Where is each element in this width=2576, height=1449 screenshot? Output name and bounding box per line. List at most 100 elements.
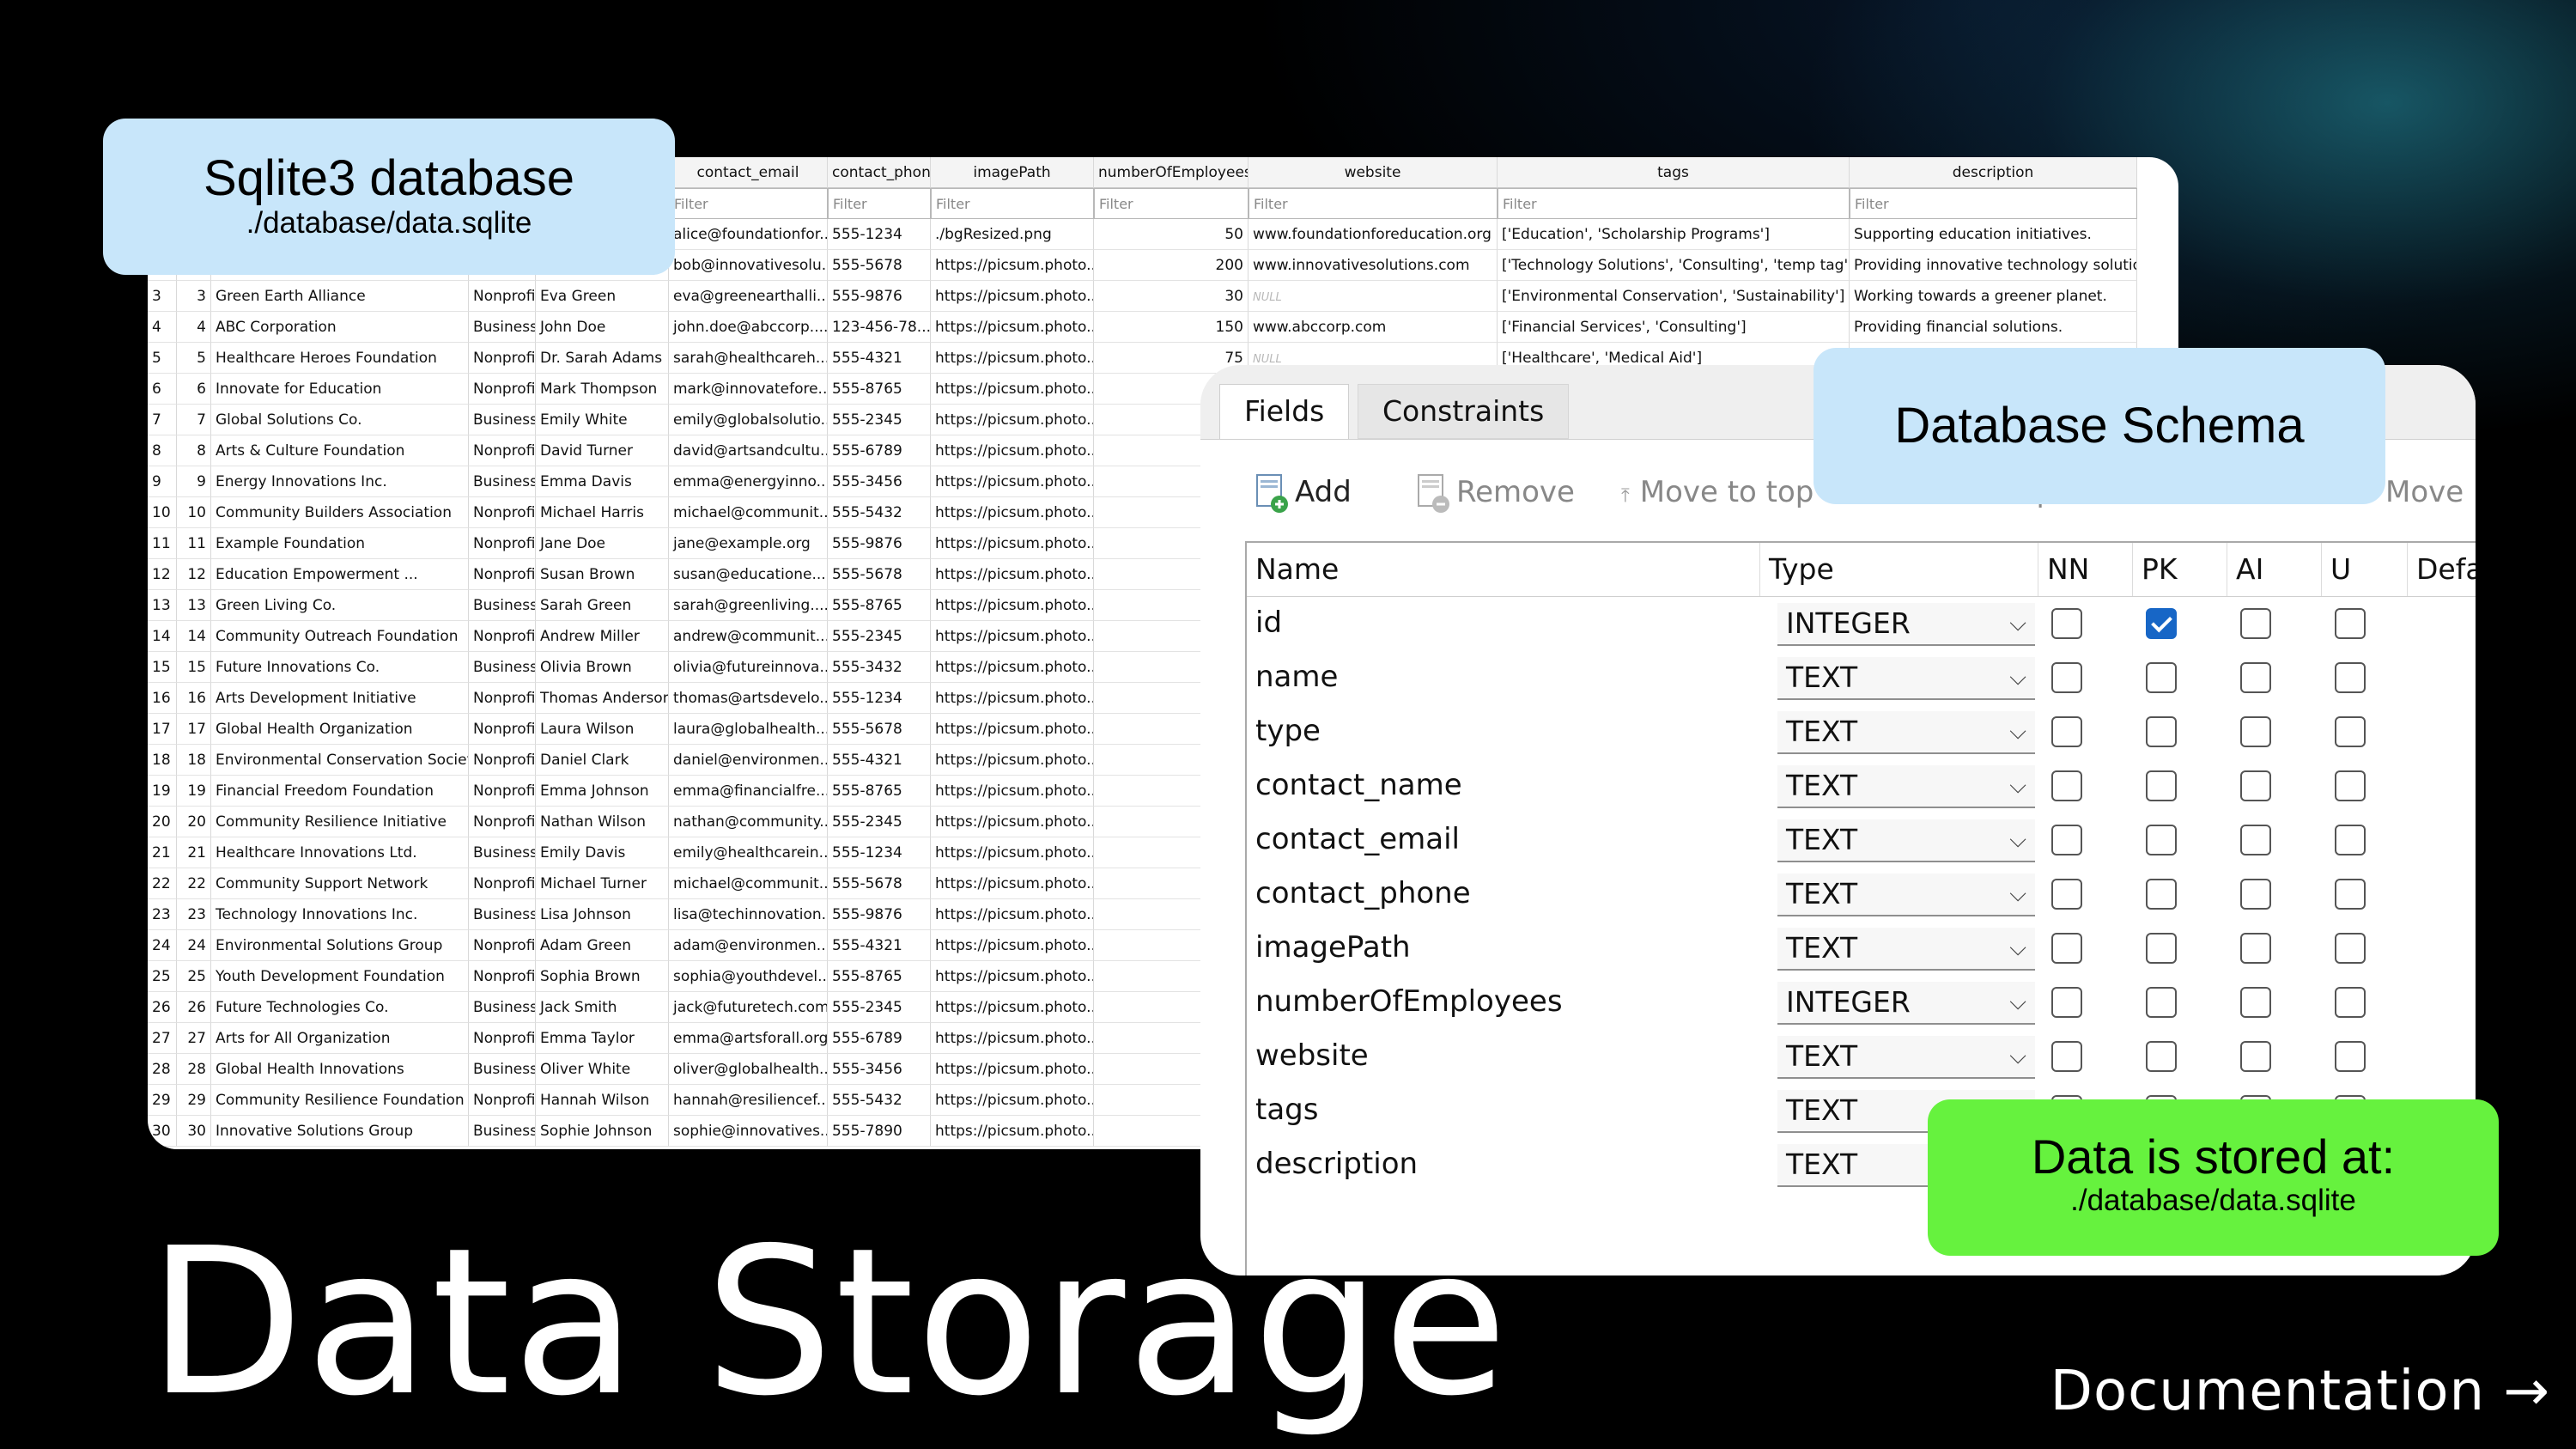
table-cell[interactable]: https://picsum.photo... (931, 1116, 1094, 1147)
table-cell[interactable]: 13 (148, 590, 177, 621)
table-cell[interactable]: Education Empowerment ... (211, 559, 469, 590)
table-cell[interactable]: 555-2345 (828, 621, 931, 652)
pk-checkbox[interactable] (2146, 770, 2177, 801)
table-cell[interactable]: 200 (1094, 250, 1249, 281)
table-cell[interactable]: Eva Green (536, 281, 669, 312)
nn-checkbox[interactable] (2051, 608, 2082, 639)
table-cell[interactable]: 555-9876 (828, 899, 931, 930)
nn-checkbox[interactable] (2051, 1041, 2082, 1072)
table-row[interactable]: 3 3 Green Earth Alliance Nonprofit Eva Green… (148, 281, 2137, 312)
table-cell[interactable]: Nonprofit (469, 435, 536, 466)
table-cell[interactable]: Community Outreach Foundation (211, 621, 469, 652)
field-type-select[interactable]: TEXT ⌵ (1777, 928, 2035, 971)
table-cell[interactable]: Green Earth Alliance (211, 281, 469, 312)
table-cell[interactable]: adam@environmen... (669, 930, 828, 961)
table-cell[interactable]: 555-6789 (828, 435, 931, 466)
pk-checkbox[interactable] (2146, 933, 2177, 964)
table-cell[interactable]: michael@communit... (669, 497, 828, 528)
table-cell[interactable]: Sarah Green (536, 590, 669, 621)
table-cell[interactable]: emma@financialfre... (669, 776, 828, 807)
table-cell[interactable]: lisa@techinnovation... (669, 899, 828, 930)
ai-checkbox[interactable] (2240, 662, 2271, 693)
u-checkbox[interactable] (2335, 987, 2366, 1018)
table-cell[interactable]: www.innovativesolutions.com (1249, 250, 1498, 281)
table-cell[interactable]: 5 (148, 343, 177, 374)
nn-checkbox[interactable] (2051, 825, 2082, 855)
table-cell[interactable]: 22 (148, 868, 177, 899)
table-cell[interactable]: thomas@artsdevelo... (669, 683, 828, 714)
table-cell[interactable]: 24 (177, 930, 211, 961)
nn-checkbox[interactable] (2051, 662, 2082, 693)
table-cell[interactable]: Nonprofit (469, 868, 536, 899)
table-cell[interactable]: https://picsum.photo... (931, 930, 1094, 961)
table-cell[interactable]: Lisa Johnson (536, 899, 669, 930)
table-cell[interactable]: 555-4321 (828, 930, 931, 961)
table-cell[interactable]: 555-5432 (828, 1085, 931, 1116)
table-cell[interactable]: https://picsum.photo... (931, 1085, 1094, 1116)
move-to-bottom-button[interactable]: Move (2385, 468, 2464, 516)
table-cell[interactable]: 6 (177, 374, 211, 405)
ai-checkbox[interactable] (2240, 608, 2271, 639)
table-cell[interactable]: Nonprofit (469, 497, 536, 528)
table-cell[interactable]: Nonprofit (469, 281, 536, 312)
table-cell[interactable]: sophie@innovatives... (669, 1116, 828, 1147)
table-cell[interactable]: https://picsum.photo... (931, 714, 1094, 745)
table-cell[interactable]: 16 (177, 683, 211, 714)
table-cell[interactable]: 13 (177, 590, 211, 621)
table-cell[interactable]: emily@globalsolutio... (669, 405, 828, 435)
table-cell[interactable]: hannah@resiliencef... (669, 1085, 828, 1116)
table-cell[interactable]: Future Innovations Co. (211, 652, 469, 683)
table-cell[interactable]: 4 (148, 312, 177, 343)
field-name[interactable]: description (1255, 1137, 1418, 1191)
pk-checkbox[interactable] (2146, 825, 2177, 855)
table-cell[interactable]: ['Education', 'Scholarship Programs'] (1498, 219, 1850, 250)
table-cell[interactable]: 555-3432 (828, 652, 931, 683)
table-cell[interactable]: 555-5678 (828, 559, 931, 590)
field-row[interactable]: contact_name TEXT ⌵ (1247, 758, 2476, 813)
table-cell[interactable]: 20 (148, 807, 177, 837)
ai-checkbox[interactable] (2240, 825, 2271, 855)
table-cell[interactable]: https://picsum.photo... (931, 807, 1094, 837)
table-cell[interactable]: Arts for All Organization (211, 1023, 469, 1054)
table-cell[interactable]: 555-3456 (828, 466, 931, 497)
table-cell[interactable]: Nonprofit (469, 961, 536, 992)
add-field-button[interactable]: Add (1254, 468, 1352, 516)
filter-input[interactable]: Filter (1249, 188, 1498, 219)
table-cell[interactable]: 26 (148, 992, 177, 1023)
table-cell[interactable]: https://picsum.photo... (931, 992, 1094, 1023)
table-cell[interactable]: eva@greenearthalli... (669, 281, 828, 312)
table-cell[interactable]: Nonprofit (469, 1023, 536, 1054)
ai-checkbox[interactable] (2240, 933, 2271, 964)
table-cell[interactable]: 555-2345 (828, 405, 931, 435)
filter-input[interactable]: Filter (828, 188, 931, 219)
table-cell[interactable]: 555-1234 (828, 219, 931, 250)
table-cell[interactable]: Technology Innovations Inc. (211, 899, 469, 930)
table-cell[interactable]: Energy Innovations Inc. (211, 466, 469, 497)
table-cell[interactable]: 25 (177, 961, 211, 992)
table-cell[interactable]: david@artsandcultu... (669, 435, 828, 466)
nn-checkbox[interactable] (2051, 770, 2082, 801)
table-cell[interactable]: 19 (177, 776, 211, 807)
table-cell[interactable]: 555-8765 (828, 961, 931, 992)
table-cell[interactable]: Nathan Wilson (536, 807, 669, 837)
table-cell[interactable]: olivia@futureinnova... (669, 652, 828, 683)
table-cell[interactable]: 15 (148, 652, 177, 683)
table-cell[interactable]: 555-3456 (828, 1054, 931, 1085)
table-cell[interactable]: https://picsum.photo... (931, 590, 1094, 621)
nn-checkbox[interactable] (2051, 987, 2082, 1018)
table-cell[interactable]: https://picsum.photo... (931, 961, 1094, 992)
u-checkbox[interactable] (2335, 662, 2366, 693)
table-cell[interactable]: Healthcare Innovations Ltd. (211, 837, 469, 868)
ai-checkbox[interactable] (2240, 770, 2271, 801)
table-cell[interactable]: Business (469, 405, 536, 435)
table-cell[interactable]: Susan Brown (536, 559, 669, 590)
table-cell[interactable]: 555-2345 (828, 992, 931, 1023)
table-cell[interactable]: Olivia Brown (536, 652, 669, 683)
table-cell[interactable]: https://picsum.photo... (931, 250, 1094, 281)
table-cell[interactable]: NULL (1249, 281, 1498, 312)
table-cell[interactable]: 10 (148, 497, 177, 528)
table-cell[interactable]: Business (469, 837, 536, 868)
table-cell[interactable]: 11 (148, 528, 177, 559)
table-cell[interactable]: Nonprofit (469, 776, 536, 807)
table-cell[interactable]: Nonprofit (469, 714, 536, 745)
